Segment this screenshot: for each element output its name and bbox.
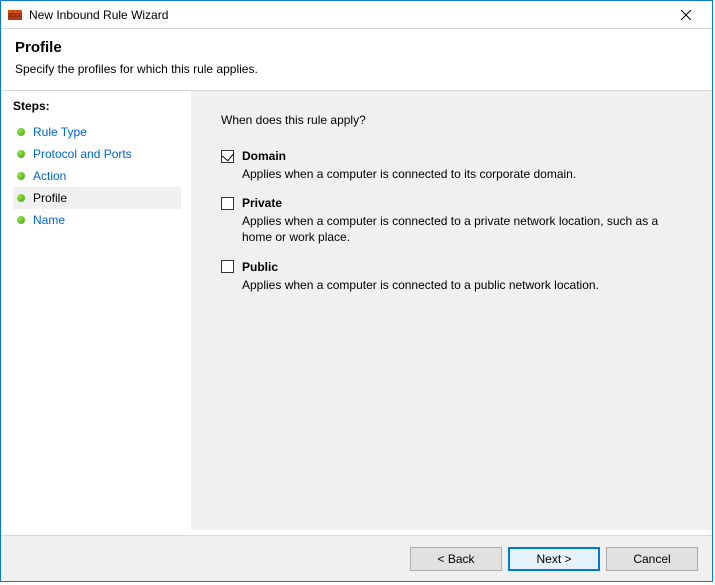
option-name: Domain	[242, 149, 286, 163]
option-private: Private Applies when a computer is conne…	[221, 196, 692, 245]
wizard-header: Profile Specify the profiles for which t…	[1, 29, 712, 90]
step-rule-type[interactable]: Rule Type	[13, 121, 181, 143]
cancel-button[interactable]: Cancel	[606, 547, 698, 571]
step-name[interactable]: Name	[13, 209, 181, 231]
step-bullet-icon	[17, 150, 25, 158]
option-name: Private	[242, 196, 282, 210]
option-domain: Domain Applies when a computer is connec…	[221, 149, 692, 182]
private-checkbox[interactable]	[221, 197, 234, 210]
step-link[interactable]: Action	[33, 169, 66, 183]
step-link[interactable]: Rule Type	[33, 125, 87, 139]
option-desc: Applies when a computer is connected to …	[242, 166, 672, 182]
step-profile[interactable]: Profile	[13, 187, 181, 209]
step-bullet-icon	[17, 216, 25, 224]
option-desc: Applies when a computer is connected to …	[242, 213, 672, 245]
next-button[interactable]: Next >	[508, 547, 600, 571]
page-subtitle: Specify the profiles for which this rule…	[15, 62, 698, 76]
step-label: Profile	[33, 191, 67, 205]
option-public: Public Applies when a computer is connec…	[221, 260, 692, 293]
steps-heading: Steps:	[13, 99, 181, 113]
main-panel: When does this rule apply? Domain Applie…	[191, 91, 712, 530]
option-desc: Applies when a computer is connected to …	[242, 277, 672, 293]
step-bullet-icon	[17, 172, 25, 180]
domain-checkbox[interactable]	[221, 150, 234, 163]
page-title: Profile	[15, 39, 698, 56]
public-checkbox[interactable]	[221, 260, 234, 273]
button-bar: < Back Next > Cancel	[1, 535, 712, 581]
close-button[interactable]	[666, 2, 706, 28]
step-link[interactable]: Name	[33, 213, 65, 227]
step-protocol-and-ports[interactable]: Protocol and Ports	[13, 143, 181, 165]
step-bullet-icon	[17, 194, 25, 202]
prompt-text: When does this rule apply?	[221, 113, 692, 127]
option-name: Public	[242, 260, 278, 274]
title-bar: New Inbound Rule Wizard	[1, 1, 712, 29]
firewall-icon	[7, 7, 23, 23]
steps-sidebar: Steps: Rule Type Protocol and Ports Acti…	[1, 91, 191, 530]
step-action[interactable]: Action	[13, 165, 181, 187]
window-title: New Inbound Rule Wizard	[29, 8, 168, 22]
step-bullet-icon	[17, 128, 25, 136]
wizard-window: New Inbound Rule Wizard Profile Specify …	[0, 0, 713, 582]
back-button[interactable]: < Back	[410, 547, 502, 571]
step-link[interactable]: Protocol and Ports	[33, 147, 132, 161]
